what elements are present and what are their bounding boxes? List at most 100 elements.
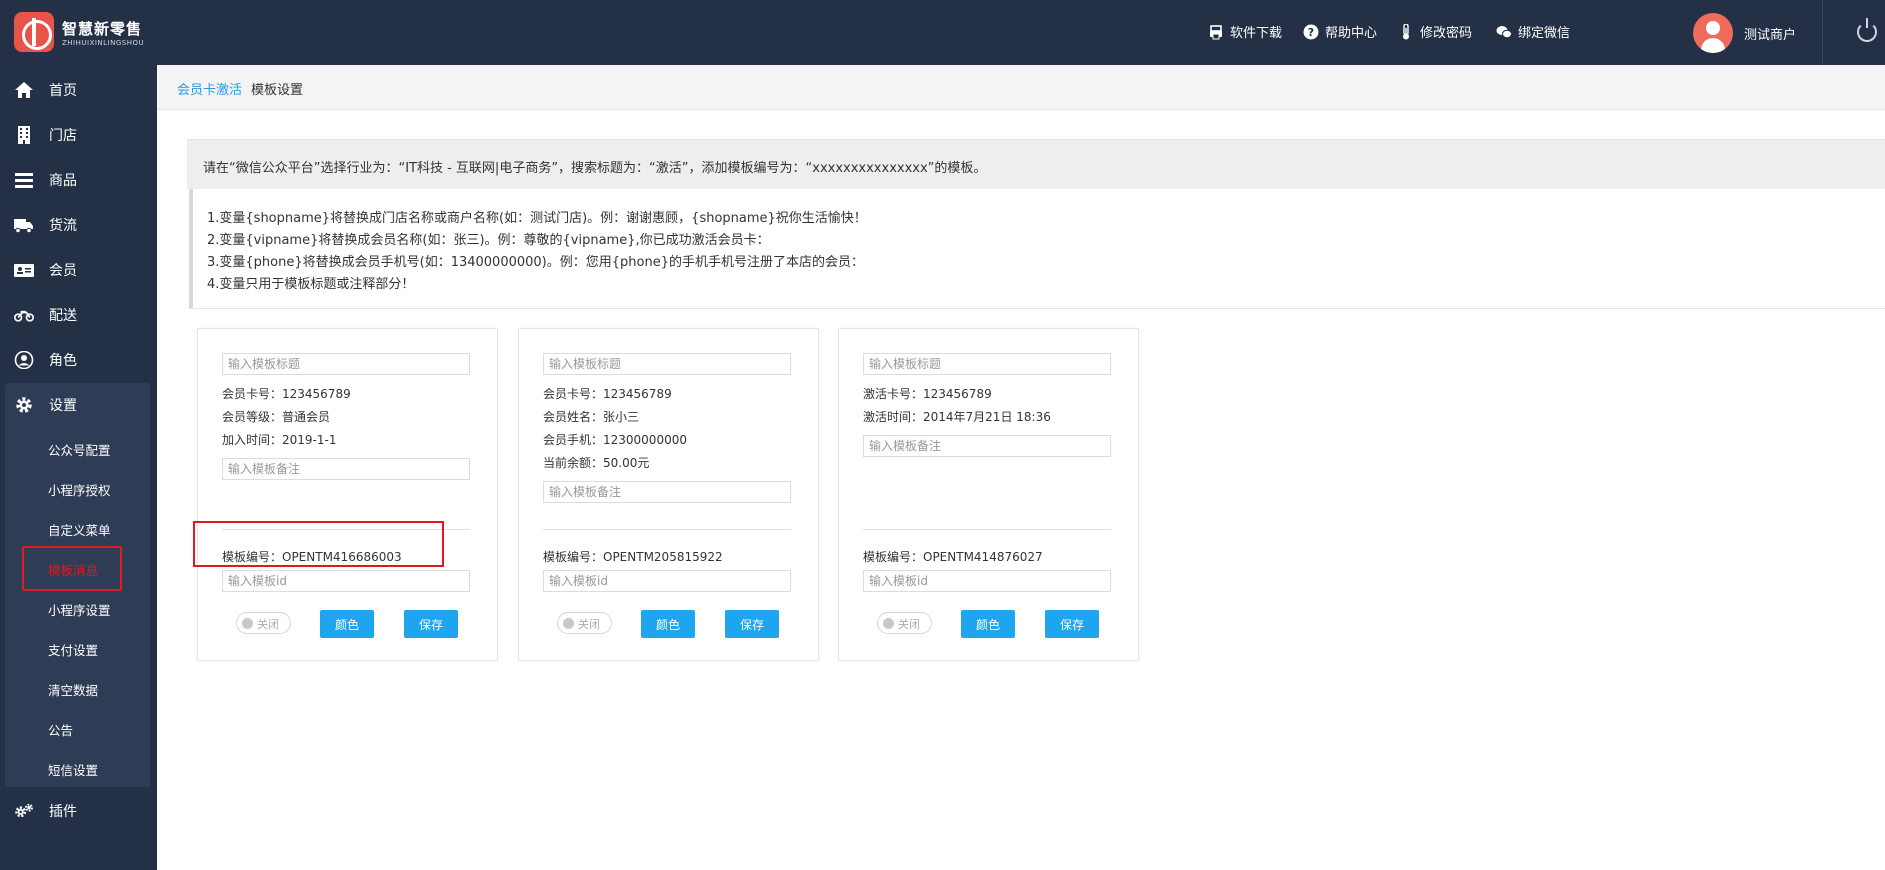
save-button[interactable]: 保存: [725, 610, 779, 638]
card-field: 加入时间：2019-1-1: [222, 433, 337, 447]
card-field: 会员等级：普通会员: [222, 410, 331, 424]
sidebar-item-role[interactable]: 角色: [0, 338, 157, 382]
rule-line: 4.变量只用于模板标题或注释部分！: [207, 277, 415, 292]
template-id-input[interactable]: [222, 570, 470, 592]
logo-subtitle: ZHIHUIXINLINGSHOU: [62, 38, 145, 47]
active-submenu-highlight: [22, 546, 122, 591]
rule-line: 1.变量{shopname}将替换成门店名称或商户名称(如：测试门店)。例：谢谢…: [207, 211, 867, 226]
card-field: 激活时间：2014年7月21日 18:36: [863, 410, 1051, 424]
submenu-item-clear-data[interactable]: 清空数据: [48, 680, 98, 699]
card-field: 会员姓名：张小三: [543, 410, 640, 424]
software-download-label: 软件下载: [1230, 26, 1283, 41]
submenu-item-custom-menu[interactable]: 自定义菜单: [48, 520, 111, 539]
logo-name: 智慧新零售: [62, 19, 143, 38]
enable-toggle[interactable]: 关闭: [236, 612, 291, 634]
save-button[interactable]: 保存: [404, 610, 458, 638]
logo[interactable]: 智慧新零售 ZHIHUIXINLINGSHOU: [14, 12, 144, 52]
divider: [543, 529, 791, 530]
software-download-link[interactable]: 软件下载: [1208, 22, 1282, 41]
sidebar-item-store[interactable]: 门店: [0, 113, 157, 157]
color-button[interactable]: 颜色: [320, 610, 374, 638]
template-note-input[interactable]: [863, 435, 1111, 457]
truck-icon: [14, 219, 33, 234]
variable-rules: 1.变量{shopname}将替换成门店名称或商户名称(如：测试门店)。例：谢谢…: [189, 189, 1885, 309]
logo-mark-icon: [14, 12, 54, 52]
template-title-input[interactable]: [863, 353, 1111, 375]
submenu-item-announcement[interactable]: 公告: [48, 720, 73, 739]
card-field: 激活卡号：123456789: [863, 387, 992, 401]
sidebar-item-label: 首页: [49, 83, 77, 99]
template-id-input[interactable]: [543, 570, 791, 592]
bind-wechat-link[interactable]: 绑定微信: [1496, 22, 1570, 41]
sidebar-item-plugins[interactable]: 插件: [0, 789, 157, 833]
sidebar-item-label: 商品: [49, 173, 77, 189]
template-title-input[interactable]: [543, 353, 791, 375]
breadcrumb: 会员卡激活 模板设置: [157, 65, 1885, 110]
user-avatar[interactable]: [1693, 13, 1733, 53]
toggle-label: 关闭: [898, 618, 920, 631]
submenu-item-sms[interactable]: 短信设置: [48, 760, 98, 779]
submenu-item-miniapp-settings[interactable]: 小程序设置: [48, 600, 111, 619]
enable-toggle[interactable]: 关闭: [877, 612, 932, 634]
top-bar: 智慧新零售 ZHIHUIXINLINGSHOU 软件下载 ? 帮助中心 修改密码: [0, 0, 1885, 65]
svg-text:?: ?: [1308, 26, 1314, 39]
header-divider: [1822, 0, 1823, 65]
help-center-label: 帮助中心: [1325, 26, 1378, 41]
power-icon[interactable]: [1857, 18, 1877, 42]
divider: [863, 529, 1111, 530]
rule-line: 2.变量{vipname}将替换成会员名称(如：张三)。例：尊敬的{vipnam…: [207, 233, 770, 248]
card-field: 会员卡号：123456789: [222, 387, 351, 401]
sidebar: 首页 门店 商品 货流 会员 配送 角色 设置 公众号配置 小程序授权 自定义菜…: [0, 65, 157, 870]
user-name[interactable]: 测试商户: [1744, 24, 1796, 43]
toggle-label: 关闭: [578, 618, 600, 631]
logo-text: 智慧新零售 ZHIHUIXINLINGSHOU: [62, 18, 144, 47]
sidebar-item-logistics[interactable]: 货流: [0, 203, 157, 247]
template-number: 模板编号：OPENTM205815922: [543, 550, 723, 564]
template-card: 会员卡号：123456789 会员姓名：张小三 会员手机：12300000000…: [518, 328, 819, 661]
notice-banner: 请在“微信公众平台”选择行业为：“IT科技 - 互联网|电子商务”，搜索标题为：…: [187, 139, 1885, 189]
breadcrumb-link[interactable]: 会员卡激活: [177, 79, 242, 98]
sidebar-item-label: 货流: [49, 218, 77, 234]
template-note-input[interactable]: [222, 458, 470, 480]
submenu-item-official-account[interactable]: 公众号配置: [48, 440, 111, 459]
sidebar-item-label: 门店: [49, 128, 77, 144]
help-center-link[interactable]: ? 帮助中心: [1303, 22, 1377, 41]
card-field: 会员手机：12300000000: [543, 433, 687, 447]
submenu-item-miniapp-auth[interactable]: 小程序授权: [48, 480, 111, 499]
breadcrumb-current: 模板设置: [251, 83, 304, 98]
sidebar-item-goods[interactable]: 商品: [0, 158, 157, 202]
sidebar-item-label: 设置: [49, 398, 77, 414]
sidebar-item-label: 角色: [49, 353, 77, 369]
id-card-icon: [14, 264, 34, 277]
template-number: 模板编号：OPENTM414876027: [863, 550, 1043, 564]
sidebar-item-home[interactable]: 首页: [0, 68, 157, 112]
change-password-link[interactable]: 修改密码: [1398, 22, 1472, 41]
bind-wechat-label: 绑定微信: [1518, 26, 1571, 41]
template-card: 激活卡号：123456789 激活时间：2014年7月21日 18:36 模板编…: [838, 328, 1139, 661]
help-icon: ?: [1303, 24, 1319, 39]
sidebar-item-label: 配送: [49, 308, 77, 324]
color-button[interactable]: 颜色: [961, 610, 1015, 638]
template-title-input[interactable]: [222, 353, 470, 375]
save-button[interactable]: 保存: [1045, 610, 1099, 638]
wechat-icon: [1496, 25, 1512, 38]
change-password-label: 修改密码: [1420, 26, 1473, 41]
sidebar-item-settings[interactable]: 设置: [0, 383, 157, 427]
notice-text: 请在“微信公众平台”选择行业为：“IT科技 - 互联网|电子商务”，搜索标题为：…: [203, 161, 987, 176]
rule-line: 3.变量{phone}将替换成会员手机号(如：13400000000)。例：您用…: [207, 255, 864, 270]
color-button[interactable]: 颜色: [641, 610, 695, 638]
sidebar-item-delivery[interactable]: 配送: [0, 293, 157, 337]
user-circle-icon: [14, 351, 34, 369]
template-card: 会员卡号：123456789 会员等级：普通会员 加入时间：2019-1-1 模…: [197, 328, 498, 661]
template-number-highlight: [193, 521, 444, 567]
template-id-input[interactable]: [863, 570, 1111, 592]
home-icon: [15, 82, 33, 98]
submenu-item-payment[interactable]: 支付设置: [48, 640, 98, 659]
toggle-label: 关闭: [257, 618, 279, 631]
sidebar-item-label: 插件: [49, 804, 77, 820]
thermometer-icon: [1403, 23, 1409, 39]
template-note-input[interactable]: [543, 481, 791, 503]
gears-icon: [15, 803, 33, 818]
sidebar-item-member[interactable]: 会员: [0, 248, 157, 292]
enable-toggle[interactable]: 关闭: [557, 612, 612, 634]
